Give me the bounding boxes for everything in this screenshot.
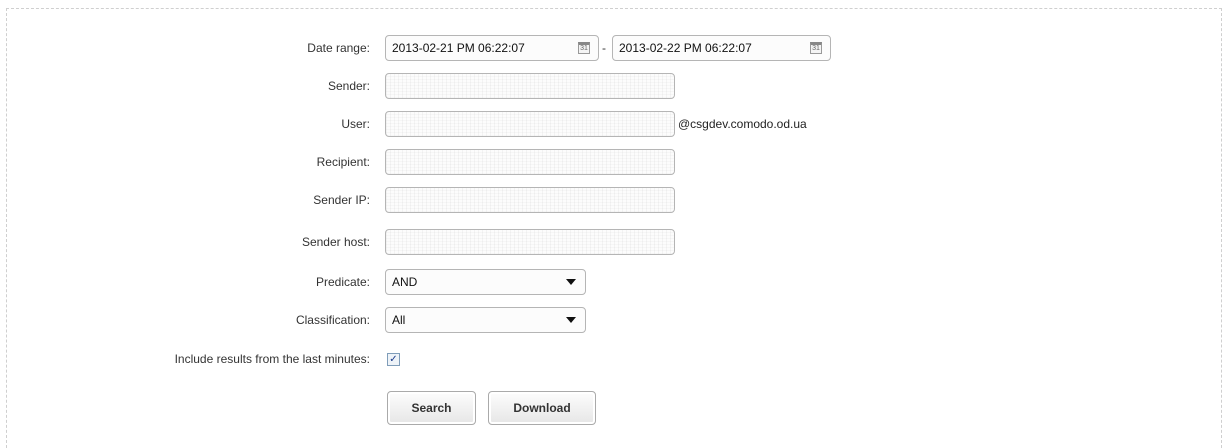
sender-row: Sender: <box>0 71 1229 101</box>
sender-input[interactable] <box>385 73 675 99</box>
include-recent-label: Include results from the last minutes: <box>174 352 370 366</box>
date-from-value: 2013-02-21 PM 06:22:07 <box>392 41 525 55</box>
date-to-field[interactable]: 2013-02-22 PM 06:22:07 31 <box>612 35 831 61</box>
sender-host-input[interactable] <box>385 229 675 255</box>
user-row: User: @csgdev.comodo.od.ua <box>0 109 1229 139</box>
sender-ip-label: Sender IP: <box>313 193 370 207</box>
predicate-row: Predicate: AND <box>0 267 1229 297</box>
calendar-icon[interactable]: 31 <box>578 42 590 54</box>
chevron-down-icon[interactable] <box>566 317 576 323</box>
download-button[interactable]: Download <box>488 391 596 425</box>
classification-label: Classification: <box>295 313 370 327</box>
recipient-label: Recipient: <box>316 155 370 169</box>
date-range-label: Date range: <box>307 41 370 55</box>
chevron-down-icon[interactable] <box>566 279 576 285</box>
classification-selected-value: All <box>392 313 406 327</box>
date-range-row: Date range: 2013-02-21 PM 06:22:07 31 - … <box>0 33 1229 63</box>
include-recent-checkbox[interactable]: ✓ <box>387 353 400 366</box>
user-domain-suffix: @csgdev.comodo.od.ua <box>678 117 807 131</box>
recipient-input[interactable] <box>385 149 675 175</box>
sender-ip-input[interactable] <box>385 187 675 213</box>
predicate-selected-value: AND <box>392 275 418 289</box>
sender-ip-row: Sender IP: <box>0 185 1229 215</box>
sender-host-label: Sender host: <box>301 235 370 249</box>
date-range-separator: - <box>602 41 606 55</box>
classification-select[interactable]: All <box>385 307 586 333</box>
date-to-value: 2013-02-22 PM 06:22:07 <box>619 41 752 55</box>
sender-label: Sender: <box>327 79 370 93</box>
check-icon: ✓ <box>389 354 398 365</box>
predicate-select[interactable]: AND <box>385 269 586 295</box>
user-input[interactable] <box>385 111 675 137</box>
sender-host-row: Sender host: <box>0 227 1229 257</box>
search-button[interactable]: Search <box>387 391 476 425</box>
predicate-label: Predicate: <box>315 275 370 289</box>
user-label: User: <box>341 117 370 131</box>
calendar-icon[interactable]: 31 <box>810 42 822 54</box>
include-recent-row: Include results from the last minutes: ✓ <box>0 344 1229 374</box>
date-from-field[interactable]: 2013-02-21 PM 06:22:07 31 <box>385 35 599 61</box>
classification-row: Classification: All <box>0 305 1229 335</box>
recipient-row: Recipient: <box>0 147 1229 177</box>
